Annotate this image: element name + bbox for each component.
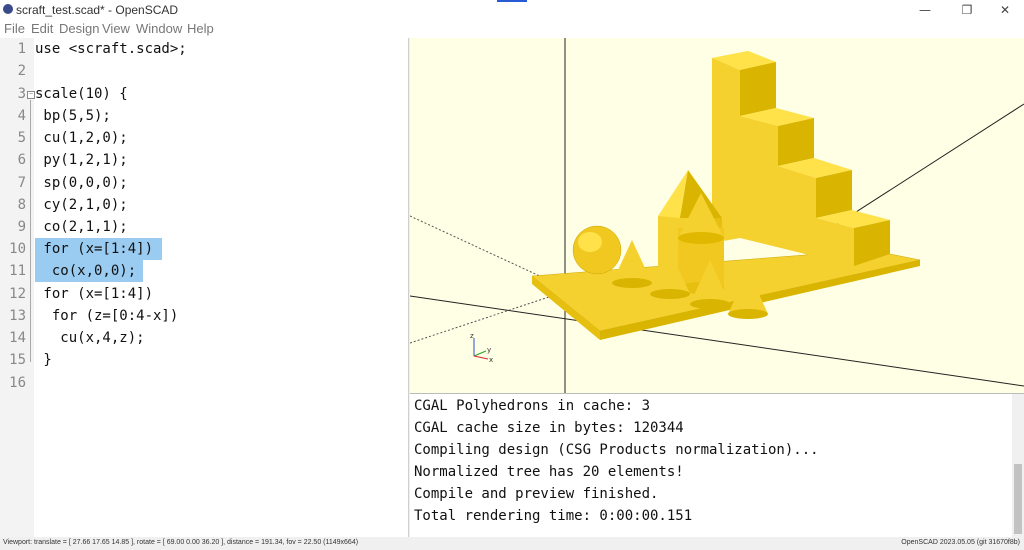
code-text[interactable]: cy(2,1,0); xyxy=(35,194,127,216)
line-number: 9 xyxy=(17,219,26,235)
line-number: 8 xyxy=(17,197,26,213)
code-line[interactable]: 12 for (x=[1:4]) xyxy=(0,283,408,305)
menu-view[interactable]: View xyxy=(102,21,130,36)
code-line[interactable]: 1 use <scraft.scad>; xyxy=(0,38,408,60)
menu-help[interactable]: Help xyxy=(187,21,214,36)
console-line: Total rendering time: 0:00:00.151 xyxy=(414,508,693,524)
code-line[interactable]: 14 cu(x,4,z); xyxy=(0,327,408,349)
axis-label-x: x xyxy=(489,356,493,364)
code-line[interactable]: 13 for (z=[0:4-x]) xyxy=(0,305,408,327)
minimize-button[interactable]: — xyxy=(916,2,934,18)
status-bar: Viewport: translate = [ 27.66 17.65 14.8… xyxy=(0,537,1024,550)
line-number: 4 xyxy=(17,108,26,124)
stair-side-2 xyxy=(778,118,814,166)
console-line: CGAL cache size in bytes: 120344 xyxy=(414,420,684,436)
line-number: 6 xyxy=(17,152,26,168)
menu-window[interactable]: Window xyxy=(136,21,182,36)
console-panel[interactable]: CGAL Polyhedrons in cache: 3 CGAL cache … xyxy=(410,393,1024,538)
line-number: 13 xyxy=(9,308,26,324)
sphere-highlight xyxy=(578,232,602,252)
code-text[interactable]: cu(1,2,0); xyxy=(35,127,127,149)
code-line[interactable]: 6 py(1,2,1); xyxy=(0,149,408,171)
cone-base xyxy=(678,232,724,244)
cone-2-base xyxy=(650,289,690,299)
openscad-app-icon xyxy=(3,4,13,14)
code-text[interactable]: for (z=[0:4-x]) xyxy=(35,305,178,327)
code-text[interactable]: for (x=[1:4]) xyxy=(35,238,153,260)
code-line[interactable]: 11 co(x,0,0); xyxy=(0,260,408,282)
code-text[interactable]: } xyxy=(35,349,51,371)
code-line[interactable]: 9 co(2,1,1); xyxy=(0,216,408,238)
cone-3-base xyxy=(690,299,730,309)
version-status: OpenSCAD 2023.05.05 (git 31670f8b) xyxy=(901,539,1020,546)
line-number: 10 xyxy=(9,241,26,257)
axis-label-y: y xyxy=(487,346,491,354)
window-title: scraft_test.scad* - OpenSCAD xyxy=(16,3,179,17)
restore-button[interactable]: ❐ xyxy=(958,2,976,18)
stair-side-1 xyxy=(740,62,776,116)
code-text[interactable]: co(2,1,1); xyxy=(35,216,127,238)
code-text[interactable]: cu(x,4,z); xyxy=(35,327,144,349)
line-number: 3 xyxy=(17,86,26,102)
code-text[interactable]: for (x=[1:4]) xyxy=(35,283,153,305)
console-line: CGAL Polyhedrons in cache: 3 xyxy=(414,398,651,414)
menu-edit[interactable]: Edit xyxy=(31,21,53,36)
code-line[interactable]: 5 cu(1,2,0); xyxy=(0,127,408,149)
line-number: 1 xyxy=(17,41,26,57)
title-bar: scraft_test.scad* - OpenSCAD — ❐ ✕ xyxy=(0,0,1024,20)
code-line[interactable]: 2 xyxy=(0,60,408,82)
axis-indicator-x xyxy=(473,355,489,360)
line-number: 5 xyxy=(17,130,26,146)
console-scrollbar[interactable] xyxy=(1012,394,1024,538)
menu-bar: File Edit Design View Window Help xyxy=(0,20,1024,38)
line-number: 2 xyxy=(17,63,26,79)
code-text[interactable]: sp(0,0,0); xyxy=(35,172,127,194)
code-line[interactable]: 16 xyxy=(0,372,408,394)
line-number: 7 xyxy=(17,175,26,191)
stair-side-3 xyxy=(816,170,852,218)
menu-design[interactable]: Design xyxy=(59,21,99,36)
line-number: 12 xyxy=(9,286,26,302)
code-text[interactable]: co(x,0,0); xyxy=(35,260,136,282)
console-line: Compile and preview finished. xyxy=(414,486,659,502)
code-line[interactable]: 15 } xyxy=(0,349,408,371)
line-number: 11 xyxy=(9,263,26,279)
code-text[interactable]: use <scraft.scad>; xyxy=(35,38,187,60)
menu-file[interactable]: File xyxy=(4,21,25,36)
code-line[interactable]: 7 sp(0,0,0); xyxy=(0,172,408,194)
axis-indicator-y xyxy=(473,350,487,357)
y-axis-negative-dashed xyxy=(410,289,571,344)
3d-render: z y x xyxy=(410,38,1024,393)
code-line[interactable]: 8 cy(2,1,0); xyxy=(0,194,408,216)
cone-1-base xyxy=(612,278,652,288)
code-text[interactable]: py(1,2,1); xyxy=(35,149,127,171)
code-text[interactable]: bp(5,5); xyxy=(35,105,110,127)
3d-viewport[interactable]: z y x xyxy=(410,38,1024,393)
code-line[interactable]: 3 scale(10) { xyxy=(0,83,408,105)
axis-label-z: z xyxy=(470,332,474,340)
line-number: 15 xyxy=(9,352,26,368)
console-line: Compiling design (CSG Products normaliza… xyxy=(414,442,819,458)
console-line: Normalized tree has 20 elements! xyxy=(414,464,684,480)
line-number: 14 xyxy=(9,330,26,346)
scrollbar-thumb[interactable] xyxy=(1014,464,1022,534)
title-accent xyxy=(497,0,527,2)
code-text[interactable]: scale(10) { xyxy=(35,83,128,105)
viewport-status: Viewport: translate = [ 27.66 17.65 14.8… xyxy=(3,539,359,546)
line-number: 16 xyxy=(9,375,26,391)
close-button[interactable]: ✕ xyxy=(996,2,1014,18)
cone-4-base xyxy=(728,309,768,319)
code-line[interactable]: 10 for (x=[1:4]) xyxy=(0,238,408,260)
code-line[interactable]: 4 bp(5,5); xyxy=(0,105,408,127)
code-editor[interactable]: − 1 use <scraft.scad>; 2 3 scale(10) { 4 b… xyxy=(0,38,409,537)
